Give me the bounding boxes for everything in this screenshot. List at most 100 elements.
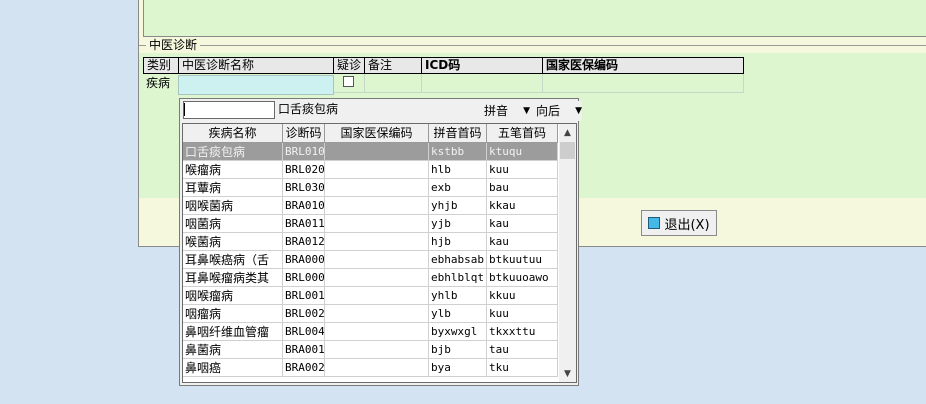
row-label: 疾病 [146,76,171,90]
col-suspected: 疑诊 [334,57,365,74]
diagnosis-code-cell: BRL000 [283,269,325,287]
insurance-code-cell [325,251,429,269]
wubi-code-cell: kau [487,215,558,233]
vertical-scrollbar[interactable] [559,124,576,382]
pinyin-code-cell: exb [429,179,487,197]
chevron-down-icon: ▼ [523,106,530,116]
match-mode-label: 向后 [536,104,561,118]
diagnosis-code-cell: BRL002 [283,305,325,323]
list-col-pinyin-code[interactable]: 拼音首码 [429,124,487,143]
wubi-code-cell: kuu [487,161,558,179]
pinyin-code-cell: hlb [429,161,487,179]
lookup-search-input[interactable] [183,101,275,119]
list-item[interactable]: 鼻咽纤维血管瘤 BRL004 byxwxgl tkxxttu [183,323,558,341]
chevron-up-icon[interactable]: ▲ [559,125,576,142]
search-mode-dropdown[interactable]: 拼音 ▼ [480,101,534,121]
insurance-code-cell [325,197,429,215]
list-col-insurance-code[interactable]: 国家医保编码 [325,124,429,143]
diagnosis-code-cell: BRA000 [283,251,325,269]
pinyin-code-cell: kstbb [429,143,487,161]
list-item[interactable]: 咽瘤病 BRL002 ylb kuu [183,305,558,323]
insurance-code-cell [325,287,429,305]
exit-button-label: 退出(X) [664,217,710,233]
wubi-code-cell: tkxxttu [487,323,558,341]
wubi-code-cell: btkuutuu [487,251,558,269]
disease-name-cell: 耳鼻喉瘤病类其 [183,269,283,287]
diagnosis-code-cell: BRA012 [283,233,325,251]
disease-name-cell: 咽喉瘤病 [183,287,283,305]
diagnosis-code-cell: BRA011 [283,215,325,233]
exit-icon [648,217,661,229]
col-tcm-diagnosis-name: 中医诊断名称 [179,57,334,74]
diagnosis-code-cell: BRA010 [283,197,325,215]
insurance-code-cell[interactable] [543,74,744,93]
disease-name-cell: 鼻咽癌 [183,359,283,377]
pinyin-code-cell: ebhabsab [429,251,487,269]
wubi-code-cell: tku [487,359,558,377]
search-mode-label: 拼音 [484,104,509,118]
group-title: 中医诊断 [146,38,201,53]
wubi-code-cell: kau [487,233,558,251]
diagnosis-code-cell: BRA001 [283,341,325,359]
wubi-code-cell: kuu [487,305,558,323]
pinyin-code-cell: bjb [429,341,487,359]
col-category: 类别 [143,57,179,74]
chevron-down-icon: ▼ [575,106,582,116]
disease-name-cell: 咽菌病 [183,215,283,233]
icd-code-cell[interactable] [422,74,543,93]
list-item[interactable]: 鼻菌病 BRA001 bjb tau [183,341,558,359]
wubi-code-cell: ktuqu [487,143,558,161]
pinyin-code-cell: bya [429,359,487,377]
insurance-code-cell [325,269,429,287]
wubi-code-cell: kkau [487,197,558,215]
list-item[interactable]: 耳蕈病 BRL030 exb bau [183,179,558,197]
group-divider [139,45,926,46]
wubi-code-cell: tau [487,341,558,359]
list-item[interactable]: 喉菌病 BRA012 hjb kau [183,233,558,251]
list-col-disease-name[interactable]: 疾病名称 [183,124,283,143]
insurance-code-cell [325,341,429,359]
list-item[interactable]: 喉瘤病 BRL020 hlb kuu [183,161,558,179]
list-item[interactable]: 口舌痰包病 BRL010 kstbb ktuqu [183,143,558,161]
pinyin-code-cell: ylb [429,305,487,323]
list-item[interactable]: 鼻咽癌 BRA002 bya tku [183,359,558,377]
list-item[interactable]: 耳鼻喉癌病（舌 BRA000 ebhabsab btkuutuu [183,251,558,269]
diagnosis-code-cell: BRL020 [283,161,325,179]
list-item[interactable]: 耳鼻喉瘤病类其 BRL000 ebhlblqt btkuuoawo [183,269,558,287]
wubi-code-cell: bau [487,179,558,197]
wubi-code-cell: kkuu [487,287,558,305]
exit-button[interactable]: 退出(X) [641,210,717,236]
insurance-code-cell [325,161,429,179]
diagnosis-code-cell: BRL004 [283,323,325,341]
list-col-diagnosis-code[interactable]: 诊断码 [283,124,325,143]
suspected-checkbox[interactable] [343,76,354,87]
diagnosis-name-input[interactable] [178,75,334,95]
remark-cell[interactable] [365,74,422,93]
list-item[interactable]: 咽喉瘤病 BRL001 yhlb kkuu [183,287,558,305]
diagnosis-code-cell: BRA002 [283,359,325,377]
disease-name-cell: 鼻咽纤维血管瘤 [183,323,283,341]
insurance-code-cell [325,143,429,161]
insurance-code-cell [325,215,429,233]
pinyin-code-cell: byxwxgl [429,323,487,341]
disease-name-cell: 耳鼻喉癌病（舌 [183,251,283,269]
text-caret [184,103,185,116]
col-national-insurance-code: 国家医保编码 [543,57,744,74]
match-mode-dropdown[interactable]: 向后 ▼ [532,101,582,121]
pinyin-code-cell: hjb [429,233,487,251]
diagnosis-code-cell: BRL010 [283,143,325,161]
disease-name-cell: 喉菌病 [183,233,283,251]
scrollbar-thumb[interactable] [560,142,575,159]
insurance-code-cell [325,323,429,341]
disease-name-cell: 口舌痰包病 [183,143,283,161]
list-item[interactable]: 咽菌病 BRA011 yjb kau [183,215,558,233]
pinyin-code-cell: yhlb [429,287,487,305]
list-col-wubi-code[interactable]: 五笔首码 [487,124,558,143]
disease-name-cell: 咽瘤病 [183,305,283,323]
disease-name-cell: 鼻菌病 [183,341,283,359]
disease-name-cell: 耳蕈病 [183,179,283,197]
disease-name-cell: 喉瘤病 [183,161,283,179]
chevron-down-icon[interactable]: ▼ [559,366,576,383]
list-item[interactable]: 咽喉菌病 BRA010 yhjb kkau [183,197,558,215]
pinyin-code-cell: ebhlblqt [429,269,487,287]
